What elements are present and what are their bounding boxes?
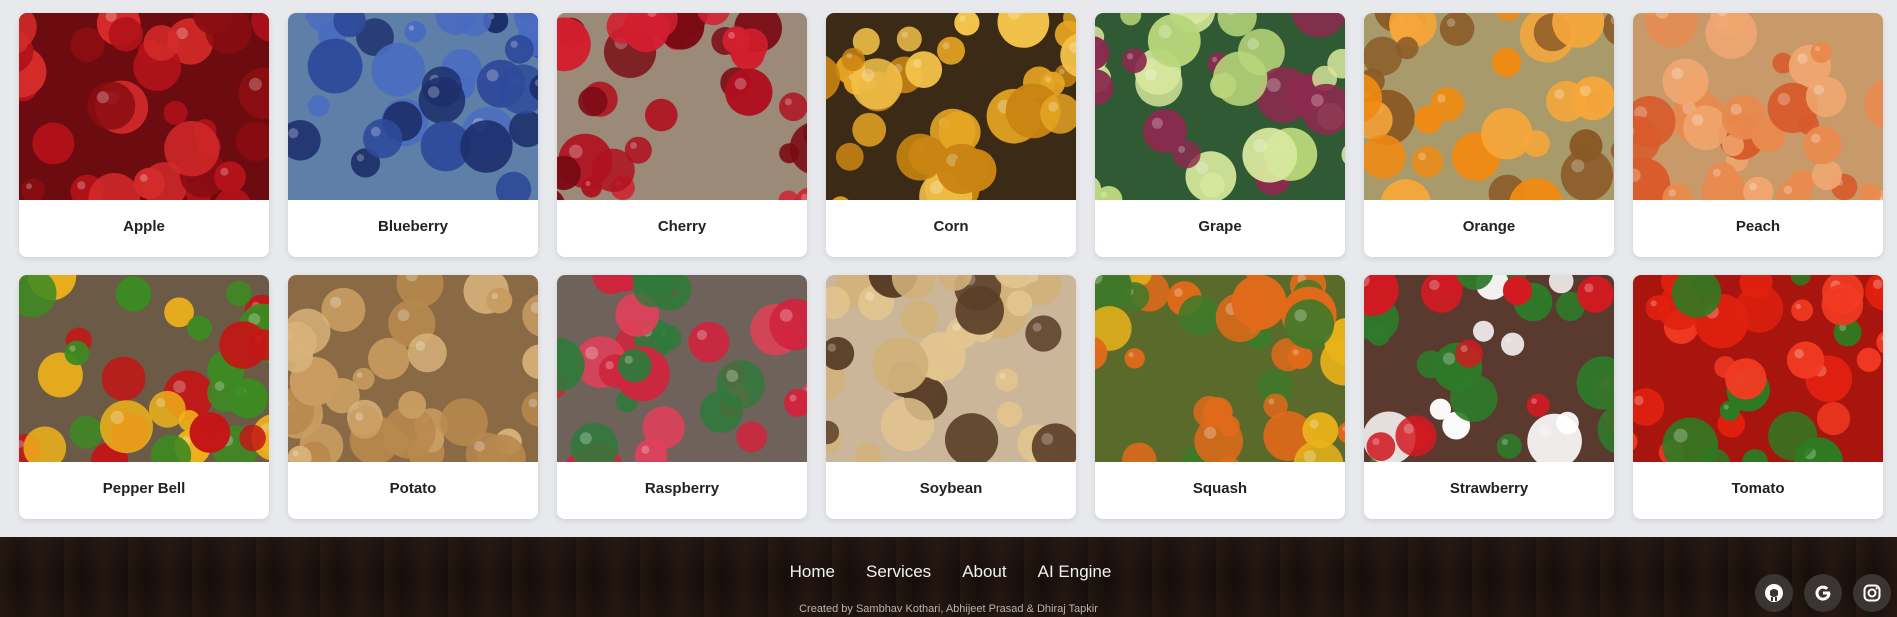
strawberry-image [1364, 275, 1614, 462]
crop-photo [557, 275, 807, 462]
crop-name: Grape [1198, 218, 1242, 235]
crop-grid: Apple Blueberry Cherry Corn Grape Orange Peach… [19, 13, 1883, 519]
potato-image [288, 275, 538, 462]
crop-photo [288, 13, 538, 200]
crop-name: Cherry [657, 218, 707, 235]
crop-name: Pepper Bell [102, 480, 186, 497]
crop-photo [1633, 275, 1883, 462]
crop-card-strawberry[interactable]: Strawberry [1364, 275, 1614, 519]
github-icon [1765, 584, 1783, 602]
github-button[interactable] [1755, 574, 1793, 612]
grape-image [1095, 13, 1345, 200]
site-footer: Home Services About AI Engine Created by… [0, 537, 1897, 617]
squash-image [1095, 275, 1345, 462]
crop-photo [826, 275, 1076, 462]
crop-name: Apple [123, 218, 165, 235]
nav-about-link[interactable]: About [962, 562, 1006, 582]
crop-card-orange[interactable]: Orange [1364, 13, 1614, 257]
soybean-image [826, 275, 1076, 462]
nav-ai-engine-link[interactable]: AI Engine [1038, 562, 1112, 582]
crop-card-cherry[interactable]: Cherry [557, 13, 807, 257]
crop-photo [557, 13, 807, 200]
cherry-image [557, 13, 807, 200]
crop-photo [288, 275, 538, 462]
crop-photo [1633, 13, 1883, 200]
crop-name: Tomato [1731, 480, 1785, 497]
crop-card-raspberry[interactable]: Raspberry [557, 275, 807, 519]
crop-name: Raspberry [644, 480, 720, 497]
orange-image [1364, 13, 1614, 200]
crop-card-squash[interactable]: Squash [1095, 275, 1345, 519]
crop-card-potato[interactable]: Potato [288, 275, 538, 519]
crop-card-pepper-bell[interactable]: Pepper Bell [19, 275, 269, 519]
crop-photo [1095, 13, 1345, 200]
social-links [1755, 574, 1891, 612]
instagram-button[interactable] [1853, 574, 1891, 612]
corn-image [826, 13, 1076, 200]
crop-name: Corn [933, 218, 969, 235]
crop-name: Blueberry [377, 218, 449, 235]
crop-card-tomato[interactable]: Tomato [1633, 275, 1883, 519]
footer-credit: Created by Sambhav Kothari, Abhijeet Pra… [799, 603, 1098, 615]
crop-name: Orange [1462, 218, 1516, 235]
crop-photo [826, 13, 1076, 200]
crop-card-grape[interactable]: Grape [1095, 13, 1345, 257]
crop-card-peach[interactable]: Peach [1633, 13, 1883, 257]
nav-home-link[interactable]: Home [790, 562, 835, 582]
crop-photo [19, 275, 269, 462]
crop-card-apple[interactable]: Apple [19, 13, 269, 257]
google-button[interactable] [1804, 574, 1842, 612]
google-icon [1815, 585, 1831, 601]
apple-image [19, 13, 269, 200]
raspberry-image [557, 275, 807, 462]
crop-photo [19, 13, 269, 200]
crop-photo [1095, 275, 1345, 462]
instagram-icon [1863, 584, 1881, 602]
crop-name: Squash [1192, 480, 1248, 497]
footer-nav: Home Services About AI Engine [0, 562, 1897, 582]
blueberry-image [288, 13, 538, 200]
crop-name: Soybean [919, 480, 983, 497]
pepper-bell-image [19, 275, 269, 462]
crop-card-corn[interactable]: Corn [826, 13, 1076, 257]
crop-card-blueberry[interactable]: Blueberry [288, 13, 538, 257]
crop-name: Peach [1735, 218, 1781, 235]
crop-card-soybean[interactable]: Soybean [826, 275, 1076, 519]
crop-name: Potato [389, 480, 437, 497]
nav-services-link[interactable]: Services [866, 562, 931, 582]
tomato-image [1633, 275, 1883, 462]
crop-name: Strawberry [1449, 480, 1529, 497]
peach-image [1633, 13, 1883, 200]
crop-photo [1364, 275, 1614, 462]
crop-photo [1364, 13, 1614, 200]
